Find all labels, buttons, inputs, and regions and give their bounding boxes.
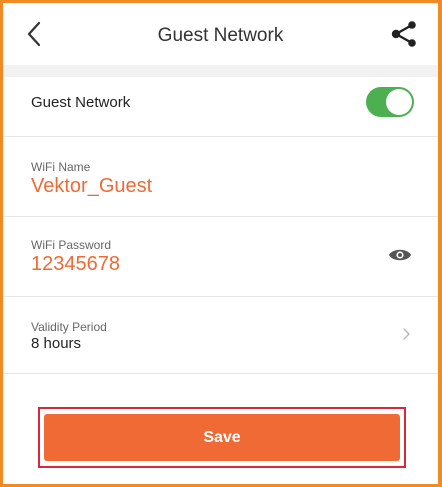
header-bar: Guest Network xyxy=(3,3,438,65)
share-icon xyxy=(391,21,416,47)
page-title: Guest Network xyxy=(157,25,284,46)
share-button[interactable] xyxy=(390,21,418,47)
wifi-name-row[interactable]: WiFi Name Vektor_Guest xyxy=(3,137,438,217)
eye-icon xyxy=(389,249,411,261)
save-button[interactable]: Save xyxy=(44,414,400,461)
toggle-knob xyxy=(386,89,412,115)
show-password-button[interactable] xyxy=(388,247,412,263)
wifi-password-label: WiFi Password xyxy=(31,238,112,252)
guest-network-toggle[interactable] xyxy=(366,87,414,117)
guest-network-row: Guest Network xyxy=(3,77,438,137)
section-divider xyxy=(3,65,438,77)
wifi-name-value[interactable]: Vektor_Guest xyxy=(31,175,152,198)
validity-period-value: 8 hours xyxy=(31,335,82,352)
validity-period-row[interactable]: Validity Period 8 hours xyxy=(3,297,438,374)
guest-network-label: Guest Network xyxy=(31,94,131,111)
wifi-password-row[interactable]: WiFi Password 12345678 xyxy=(3,217,438,297)
validity-period-label: Validity Period xyxy=(31,320,107,334)
wifi-password-value[interactable]: 12345678 xyxy=(31,253,120,276)
wifi-name-label: WiFi Name xyxy=(31,160,91,174)
chevron-right-icon xyxy=(403,328,410,340)
